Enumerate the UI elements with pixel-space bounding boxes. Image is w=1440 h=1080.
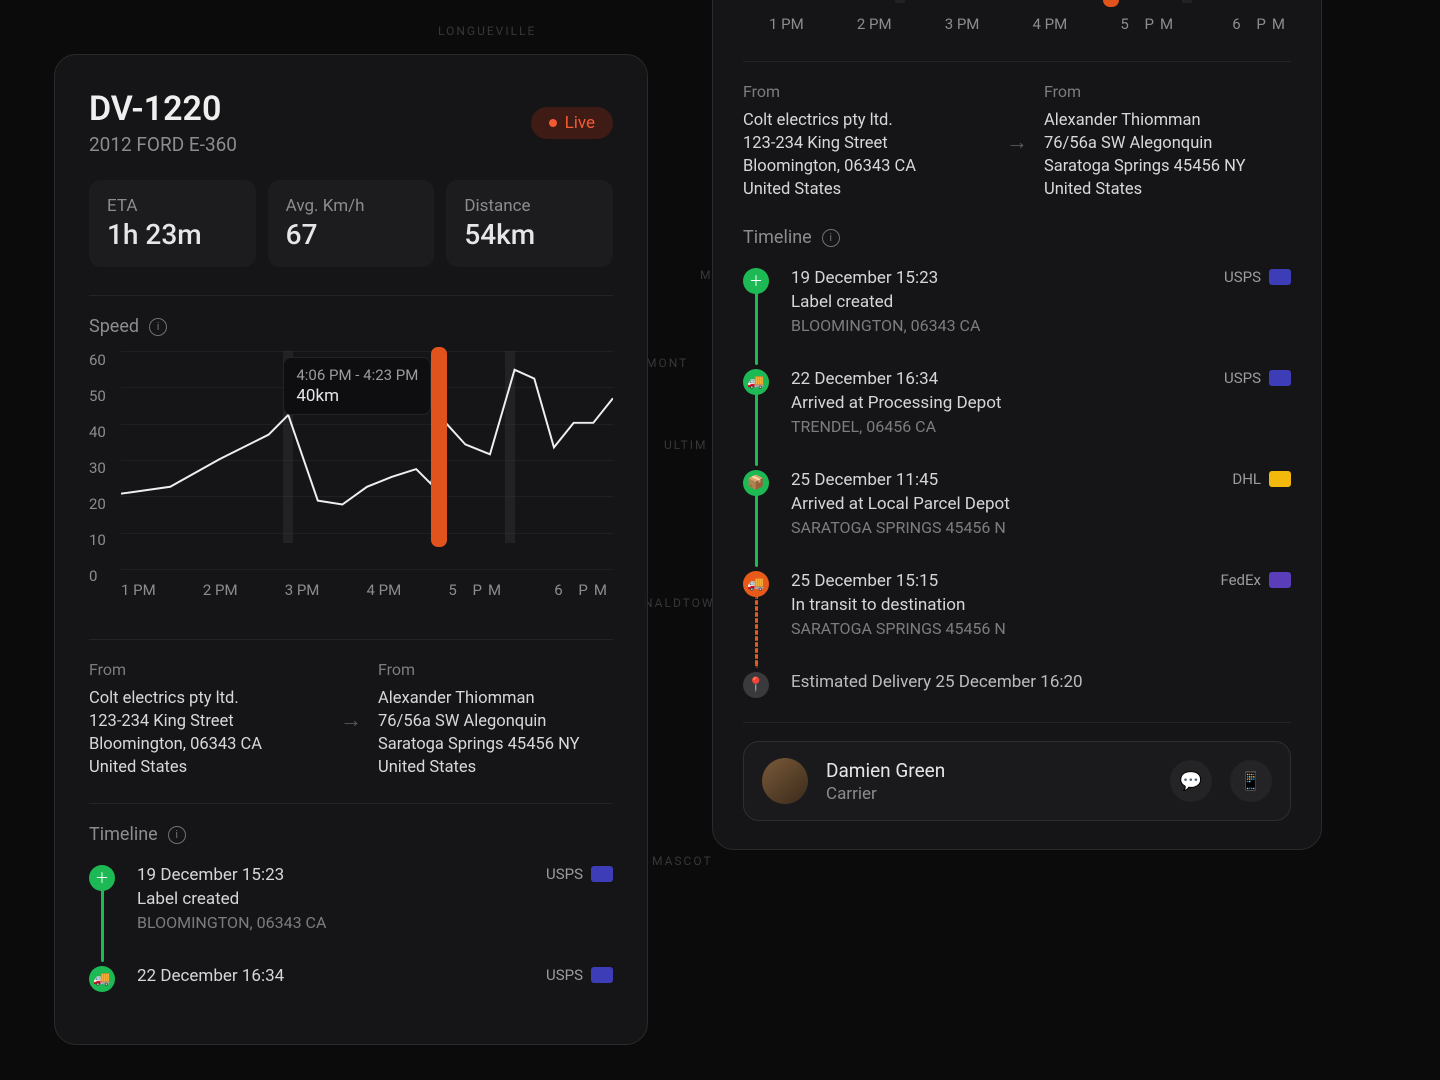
- timeline-section-header: Timeline i: [743, 227, 1291, 248]
- speed-chart[interactable]: 6050403020100 4:06 PM - 4:23 PM 40km 1 P…: [89, 351, 613, 611]
- timeline-item[interactable]: ＋19 December 15:23Label createdBLOOMINGT…: [743, 262, 1291, 363]
- speed-label: Speed: [89, 316, 139, 337]
- carrier-badge-icon: [1269, 471, 1291, 487]
- timeline-left: ＋ 19 December 15:23 Label created BLOOMI…: [89, 859, 613, 1020]
- vehicle-panel: DV-1220 2012 FORD E-360 Live ETA 1h 23m …: [54, 54, 648, 1045]
- stat-value: 1h 23m: [107, 218, 238, 251]
- stat-distance: Distance 54km: [446, 180, 613, 267]
- x-axis: 1 PM2 PM3 PM4 PM5 PM6 PM: [769, 15, 1291, 33]
- map-label: NALDTOW: [644, 596, 715, 610]
- carrier-badge-icon: [1269, 572, 1291, 588]
- stat-label: Distance: [464, 196, 595, 216]
- x-axis: 1 PM2 PM3 PM4 PM5 PM6 PM: [121, 581, 613, 599]
- truck-icon: 🚚: [743, 369, 769, 395]
- info-icon[interactable]: i: [149, 318, 167, 336]
- live-label: Live: [565, 113, 595, 133]
- carrier-role: Carrier: [826, 784, 1152, 804]
- carrier-badge-icon: [591, 967, 613, 983]
- timeline-item[interactable]: 🚚22 December 16:34Arrived at Processing …: [743, 363, 1291, 464]
- stat-value: 67: [286, 218, 417, 251]
- stat-avg: Avg. Km/h 67: [268, 180, 435, 267]
- info-icon[interactable]: i: [168, 826, 186, 844]
- detail-panel: 100 1 PM2 PM3 PM4 PM5 PM6 PM From Colt e…: [712, 0, 1322, 850]
- vehicle-subtitle: 2012 FORD E-360: [89, 133, 237, 156]
- live-badge: Live: [531, 107, 613, 139]
- chart-scrubber[interactable]: [1103, 0, 1119, 7]
- timeline-item[interactable]: 🚚25 December 15:15In transit to destinat…: [743, 565, 1291, 666]
- info-icon[interactable]: i: [822, 229, 840, 247]
- carrier-name: Damien Green: [826, 759, 1152, 782]
- stat-value: 54km: [464, 218, 595, 251]
- arrow-right-icon: →: [1006, 129, 1028, 155]
- stat-label: ETA: [107, 196, 238, 216]
- timeline-item[interactable]: 📦25 December 11:45Arrived at Local Parce…: [743, 464, 1291, 565]
- arrow-right-icon: →: [340, 707, 362, 733]
- carrier-badge-icon: [591, 866, 613, 882]
- address-row: From Colt electrics pty ltd.123-234 King…: [743, 82, 1291, 201]
- call-button[interactable]: 📱: [1230, 760, 1272, 802]
- from-address: From Colt electrics pty ltd. 123-234 Kin…: [89, 660, 324, 779]
- plus-icon: ＋: [743, 268, 769, 294]
- avatar: [762, 758, 808, 804]
- timeline-right: ＋19 December 15:23Label createdBLOOMINGT…: [743, 262, 1291, 666]
- stat-label: Avg. Km/h: [286, 196, 417, 216]
- stat-eta: ETA 1h 23m: [89, 180, 256, 267]
- tooltip-value: 40km: [296, 386, 418, 406]
- box-icon: 📦: [743, 470, 769, 496]
- truck-icon: 🚚: [89, 966, 115, 992]
- timeline-item[interactable]: ＋ 19 December 15:23 Label created BLOOMI…: [89, 859, 613, 960]
- live-dot-icon: [549, 119, 557, 127]
- tooltip-range: 4:06 PM - 4:23 PM: [296, 366, 418, 384]
- timeline-section-header: Timeline i: [89, 824, 613, 845]
- map-label: LONGUEVILLE: [438, 24, 536, 38]
- map-label: MONT: [646, 356, 688, 370]
- map-label: MASCOT: [652, 854, 713, 868]
- chart-scrubber[interactable]: [431, 347, 447, 547]
- vehicle-id: DV-1220: [89, 89, 237, 129]
- map-label: ULTIM: [664, 438, 708, 452]
- pin-icon: 📍: [743, 672, 769, 698]
- address-row: From Colt electrics pty ltd. 123-234 Kin…: [89, 660, 613, 779]
- y-axis: 6050403020100: [89, 351, 106, 585]
- chart-tooltip: 4:06 PM - 4:23 PM 40km: [283, 357, 431, 415]
- carrier-badge-icon: [1269, 269, 1291, 285]
- truck-icon: 🚚: [743, 571, 769, 597]
- map-label: M: [700, 268, 712, 282]
- plus-icon: ＋: [89, 865, 115, 891]
- timeline-item[interactable]: 🚚 22 December 16:34 USPS: [89, 960, 613, 1020]
- carrier-card[interactable]: Damien Green Carrier 💬 📱: [743, 741, 1291, 821]
- speed-section-header: Speed i: [89, 316, 613, 337]
- to-address: From Alexander Thiomman 76/56a SW Alegon…: [378, 660, 613, 779]
- carrier-badge-icon: [1269, 370, 1291, 386]
- chat-button[interactable]: 💬: [1170, 760, 1212, 802]
